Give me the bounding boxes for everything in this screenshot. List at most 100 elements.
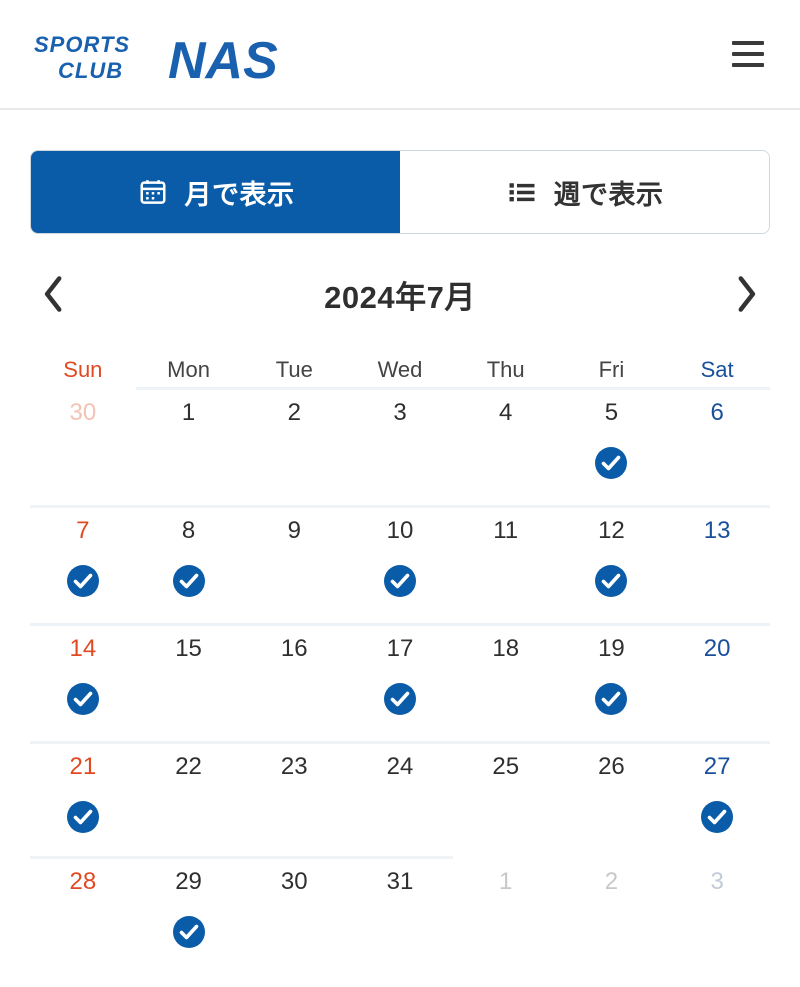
calendar-day-empty-slot [700, 446, 734, 480]
calendar-day-number: 23 [280, 753, 308, 780]
calendar-day-number: 1 [181, 399, 196, 426]
calendar-day-number: 18 [492, 635, 520, 662]
weekday-header-thu: Thu [486, 357, 525, 382]
calendar-week-row: 28 29 30 31 1 2 3 [30, 856, 770, 974]
calendar-day-number: 25 [492, 753, 520, 780]
calendar-day-cell[interactable]: 5 [559, 390, 665, 505]
logo-club-text: CLUB [58, 58, 123, 83]
calendar-day-empty-slot [172, 446, 206, 480]
calendar-day-number: 13 [703, 517, 731, 544]
calendar-day-number: 2 [604, 868, 619, 895]
calendar-day-number: 3 [710, 868, 724, 895]
calendar-day-cell[interactable]: 17 [347, 626, 453, 741]
calendar-weeks: 30 1 2 3 4 5 6 7 8 9 10 11 12 13 14 15 16 17 18 19 20 21 22 23 2… [30, 387, 770, 974]
calendar-day-empty-slot [277, 564, 311, 598]
check-circle-icon [594, 564, 628, 598]
calendar-day-cell[interactable]: 23 [241, 744, 347, 859]
calendar-day-empty-slot [594, 800, 628, 834]
calendar-day-cell[interactable]: 22 [136, 744, 242, 859]
calendar-day-number: 30 [280, 868, 308, 895]
month-navigation: 2024年7月 [30, 266, 770, 322]
check-circle-icon [66, 564, 100, 598]
calendar-day-empty-slot [66, 446, 100, 480]
calendar-day-cell[interactable]: 12 [559, 508, 665, 623]
calendar-week-row: 21 22 23 24 25 26 27 [30, 741, 770, 859]
calendar-day-cell[interactable]: 30 [30, 390, 136, 505]
calendar-day-cell[interactable]: 18 [453, 626, 559, 741]
weekday-header-tue: Tue [275, 357, 313, 382]
calendar-day-number: 11 [493, 517, 519, 544]
calendar-day-cell[interactable]: 3 [664, 859, 770, 974]
calendar-day-number: 12 [598, 517, 625, 544]
calendar-day-cell[interactable]: 16 [241, 626, 347, 741]
calendar-day-cell[interactable]: 21 [30, 744, 136, 859]
calendar-icon [137, 176, 169, 208]
calendar-day-number: 8 [181, 517, 196, 544]
calendar-day-empty-slot [489, 564, 523, 598]
calendar-day-cell[interactable]: 20 [664, 626, 770, 741]
app-header: SPORTS CLUB NAS [0, 0, 800, 110]
calendar-day-cell[interactable]: 3 [347, 390, 453, 505]
calendar-day-cell[interactable]: 31 [347, 859, 453, 974]
calendar-day-cell[interactable]: 6 [664, 390, 770, 505]
calendar-day-number: 19 [598, 635, 625, 662]
sports-club-nas-logo: SPORTS CLUB NAS [30, 26, 330, 88]
calendar-day-number: 31 [386, 868, 414, 895]
calendar-week-row: 7 8 9 10 11 12 13 [30, 505, 770, 623]
calendar-day-empty-slot [594, 915, 628, 949]
list-icon [506, 176, 538, 208]
calendar-day-cell[interactable]: 29 [136, 859, 242, 974]
calendar-day-empty-slot [489, 800, 523, 834]
calendar-day-number: 17 [386, 635, 414, 662]
calendar-day-number: 21 [69, 753, 97, 780]
calendar-day-number: 15 [175, 635, 202, 662]
calendar-day-cell[interactable]: 28 [30, 859, 136, 974]
calendar-day-number: 30 [69, 399, 97, 426]
calendar-day-empty-slot [700, 682, 734, 716]
calendar-day-cell[interactable]: 13 [664, 508, 770, 623]
chevron-left-icon[interactable] [30, 270, 78, 318]
calendar-day-empty-slot [277, 915, 311, 949]
calendar-day-cell[interactable]: 10 [347, 508, 453, 623]
calendar-day-number: 5 [604, 399, 619, 426]
tab-month-view[interactable]: 月で表示 [31, 151, 400, 233]
calendar-day-number: 20 [703, 635, 731, 662]
logo-sports-text: SPORTS [34, 32, 130, 57]
calendar-day-number: 4 [499, 399, 513, 426]
calendar-day-empty-slot [277, 800, 311, 834]
calendar-day-cell[interactable]: 26 [559, 744, 665, 859]
calendar-day-cell[interactable]: 30 [241, 859, 347, 974]
calendar-day-number: 2 [287, 399, 301, 426]
calendar-day-empty-slot [66, 915, 100, 949]
calendar-day-cell[interactable]: 1 [453, 859, 559, 974]
calendar-day-cell[interactable]: 15 [136, 626, 242, 741]
hamburger-bar-3 [732, 63, 764, 67]
tab-week-view[interactable]: 週で表示 [400, 151, 769, 233]
calendar-day-cell[interactable]: 2 [241, 390, 347, 505]
calendar-day-cell[interactable]: 8 [136, 508, 242, 623]
calendar-day-cell[interactable]: 1 [136, 390, 242, 505]
weekday-header-fri: Fri [598, 357, 625, 382]
hamburger-menu-icon[interactable] [728, 34, 768, 74]
logo-nas-text: NAS [168, 32, 278, 88]
chevron-right-icon[interactable] [722, 270, 770, 318]
tab-month-view-label: 月で表示 [184, 179, 295, 210]
calendar-day-number: 29 [175, 868, 202, 895]
calendar-day-cell[interactable]: 19 [559, 626, 665, 741]
calendar-week-row: 30 1 2 3 4 5 6 [30, 387, 770, 505]
calendar-day-cell[interactable]: 25 [453, 744, 559, 859]
calendar-day-cell[interactable]: 9 [241, 508, 347, 623]
calendar-day-empty-slot [383, 800, 417, 834]
calendar-day-empty-slot [489, 915, 523, 949]
calendar-day-cell[interactable]: 11 [453, 508, 559, 623]
calendar-day-cell[interactable]: 2 [559, 859, 665, 974]
calendar-day-cell[interactable]: 27 [664, 744, 770, 859]
calendar-day-cell[interactable]: 14 [30, 626, 136, 741]
calendar-day-cell[interactable]: 24 [347, 744, 453, 859]
weekday-header-sat: Sat [700, 357, 734, 382]
check-circle-icon [66, 800, 100, 834]
calendar-day-cell[interactable]: 4 [453, 390, 559, 505]
calendar-day-number: 24 [386, 753, 414, 780]
calendar-day-cell[interactable]: 7 [30, 508, 136, 623]
calendar-day-empty-slot [383, 446, 417, 480]
